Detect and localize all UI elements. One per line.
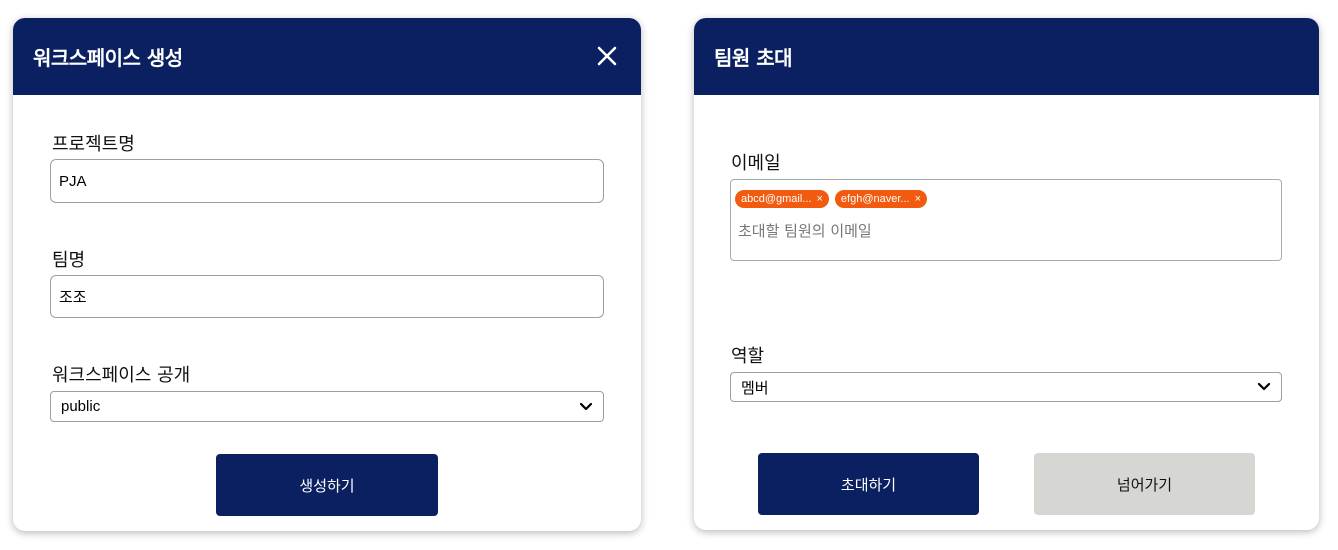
project-name-input[interactable]: PJA [50,159,604,203]
visibility-value: public [61,398,101,415]
invite-button-label: 초대하기 [840,475,897,494]
chevron-down-icon [579,402,593,410]
close-icon[interactable] [595,44,619,68]
role-value: 멤버 [741,379,769,397]
dialog-title: 워크스페이스 생성 [33,46,183,70]
team-name-value: 조조 [59,289,87,306]
project-name-label: 프로젝트명 [52,134,135,155]
create-workspace-button[interactable]: 생성하기 [216,454,438,516]
email-input[interactable]: abcd@gmail... × efgh@naver... × 초대할 팀원의 … [730,179,1282,261]
role-select[interactable]: 멤버 [730,372,1282,402]
create-button-label: 생성하기 [299,476,355,495]
role-label: 역할 [731,346,765,367]
email-placeholder: 초대할 팀원의 이메일 [738,222,872,240]
email-tag-label: abcd@gmail... [741,193,812,205]
invite-button[interactable]: 초대하기 [758,453,979,515]
dialog-title: 팀원 초대 [714,46,793,70]
tag-remove-icon[interactable]: × [915,193,921,205]
workspace-create-dialog: 워크스페이스 생성 프로젝트명 PJA 팀명 조조 워크스페이스 공개 publ… [13,18,641,531]
chevron-down-icon [1257,382,1271,391]
email-label: 이메일 [731,153,781,174]
email-tag-label: efgh@naver... [840,193,910,205]
project-name-value: PJA [59,172,87,190]
visibility-select[interactable]: public [50,391,604,422]
visibility-label: 워크스페이스 공개 [52,365,191,386]
invite-member-dialog: 팀원 초대 이메일 abcd@gmail... × efgh@naver... … [694,18,1319,530]
team-name-label: 팀명 [52,250,86,271]
email-tag-list: abcd@gmail... × efgh@naver... × [735,190,928,208]
email-tag: abcd@gmail... × [735,190,829,208]
team-name-input[interactable]: 조조 [50,275,604,318]
tag-remove-icon[interactable]: × [816,193,822,205]
skip-button[interactable]: 넘어가기 [1034,453,1255,515]
dialog-header: 팀원 초대 [694,18,1319,95]
email-tag: efgh@naver... × [834,190,928,208]
dialog-header: 워크스페이스 생성 [13,18,641,95]
skip-button-label: 넘어가기 [1116,475,1173,494]
